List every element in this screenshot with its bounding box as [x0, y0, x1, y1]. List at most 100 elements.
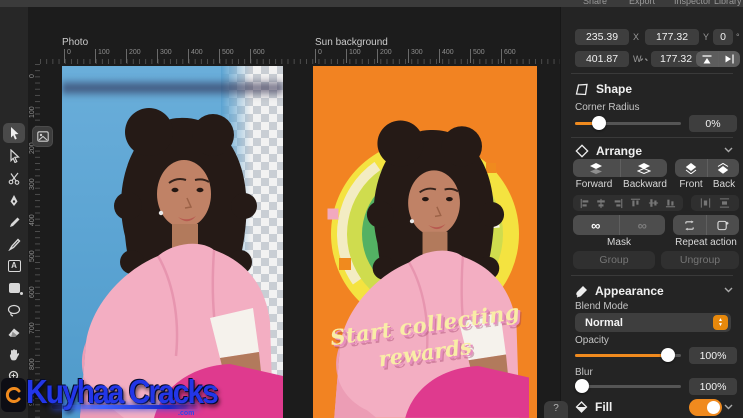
mask-on-button[interactable]: ∞ [573, 215, 619, 235]
distribute-horizontal-icon[interactable] [700, 198, 711, 208]
artboard-photo[interactable] [62, 66, 283, 418]
watermark-logo-icon [1, 378, 26, 412]
hruler-label: 400 [439, 49, 454, 63]
floating-image-tool-button[interactable] [32, 126, 53, 147]
mask-on-icon: ∞ [591, 219, 600, 232]
shape-section-icon [575, 83, 589, 96]
shape-section-header[interactable]: Shape [575, 81, 632, 97]
scissors-tool-icon[interactable] [3, 168, 25, 188]
link-dimensions-icon[interactable] [640, 56, 648, 64]
order-control-1 [573, 159, 667, 177]
hruler-label: 500 [219, 49, 234, 63]
artboard-label-sun-background[interactable]: Sun background [315, 37, 388, 48]
inspector-panel: 235.39 X 177.32 Y 0 ° 401.87 W 177.32 H … [560, 7, 743, 418]
hruler-label: 600 [250, 49, 265, 63]
height-field[interactable]: 177.32 [651, 51, 701, 67]
opacity-slider[interactable] [575, 348, 681, 362]
help-button[interactable]: ? [544, 401, 568, 418]
send-backward-button[interactable] [620, 159, 668, 177]
align-buttons-group [573, 195, 683, 211]
artboard-sun-background[interactable]: Start collecting rewards [313, 66, 537, 418]
menu-share[interactable]: Share [583, 0, 607, 6]
flip-vertical-button[interactable] [696, 51, 718, 67]
chevron-down-icon[interactable] [724, 287, 733, 293]
eraser-tool-icon[interactable] [3, 322, 25, 342]
mask-off-button[interactable]: ∞ [619, 215, 666, 235]
vruler-label: 400 [29, 214, 36, 226]
corner-radius-value[interactable]: 0% [689, 115, 737, 132]
bring-to-front-button[interactable] [675, 159, 707, 177]
flip-horizontal-button[interactable] [718, 51, 741, 67]
blur-label: Blur [575, 367, 593, 378]
divider [571, 137, 733, 138]
appearance-section-title: Appearance [595, 284, 664, 298]
distribute-vertical-icon[interactable] [719, 198, 730, 208]
repeat-action-label: Repeat action [667, 237, 743, 248]
lasso-tool-icon[interactable] [3, 300, 25, 320]
bring-forward-button[interactable] [573, 159, 620, 177]
direct-select-tool-icon[interactable] [3, 146, 25, 166]
select-tool-icon[interactable] [3, 123, 25, 143]
shape-tool-icon[interactable] [3, 278, 25, 298]
hand-tool-icon[interactable] [3, 344, 25, 364]
repeat-action-button[interactable] [673, 215, 706, 235]
mask-label: Mask [591, 237, 647, 248]
divider [571, 73, 733, 74]
hruler-label: 300 [408, 49, 423, 63]
align-middle-v-icon[interactable] [648, 198, 659, 208]
flip-control [696, 51, 740, 67]
x-position-field[interactable]: 235.39 [575, 29, 629, 45]
y-position-field[interactable]: 177.32 [645, 29, 699, 45]
backward-label: Backward [617, 179, 673, 190]
corner-radius-slider[interactable] [575, 116, 681, 130]
chevron-down-icon[interactable] [724, 147, 733, 153]
ungroup-button[interactable]: Ungroup [661, 251, 739, 269]
vruler-label: 300 [29, 178, 36, 190]
rotation-field[interactable]: 0 [713, 29, 733, 45]
repeat-add-button[interactable] [706, 215, 740, 235]
align-right-icon[interactable] [613, 198, 623, 209]
blur-value[interactable]: 100% [689, 378, 737, 395]
menu-inspector[interactable]: Inspector [674, 0, 711, 6]
align-top-icon[interactable] [630, 198, 641, 208]
menu-library[interactable]: Library [714, 0, 742, 6]
send-to-back-button[interactable] [707, 159, 740, 177]
pencil-tool-icon[interactable] [3, 212, 25, 232]
stepper-icon[interactable]: ▲▼ [713, 315, 728, 330]
tool-sidebar: A [0, 7, 28, 418]
vruler-label: 700 [29, 322, 36, 334]
back-icon [717, 163, 729, 174]
group-button[interactable]: Group [573, 251, 655, 269]
mask-control: ∞ ∞ [573, 215, 665, 235]
fill-toggle[interactable] [689, 399, 722, 416]
blur-slider[interactable] [575, 379, 681, 393]
repeat-control [673, 215, 739, 235]
width-field[interactable]: 401.87 [575, 51, 629, 67]
backward-icon [637, 163, 651, 174]
vruler-label: 800 [29, 358, 36, 370]
chevron-down-icon[interactable] [724, 404, 733, 410]
order-control-2 [675, 159, 739, 177]
arrange-icon [575, 144, 589, 158]
brush-tool-icon[interactable] [3, 234, 25, 254]
hruler-label: 400 [188, 49, 203, 63]
artboard-label-photo[interactable]: Photo [62, 37, 88, 48]
arrange-section-header[interactable]: Arrange [575, 143, 642, 159]
fill-section-header[interactable]: Fill [575, 399, 612, 415]
pen-tool-icon[interactable] [3, 190, 25, 210]
watermark-underline [52, 405, 198, 409]
align-left-icon[interactable] [580, 198, 590, 209]
flip-horizontal-icon [725, 54, 734, 64]
blend-mode-dropdown[interactable]: Normal ▲▼ [575, 313, 731, 332]
text-tool-icon[interactable]: A [3, 256, 25, 276]
menu-export[interactable]: Export [629, 0, 655, 6]
hruler-label: 300 [157, 49, 172, 63]
appearance-section-header[interactable]: Appearance [575, 283, 664, 299]
align-center-h-icon[interactable] [596, 198, 606, 209]
back-label: Back [707, 179, 741, 190]
y-label: Y [703, 29, 709, 45]
vruler-label: 600 [29, 286, 36, 298]
fill-section-title: Fill [595, 400, 612, 414]
align-bottom-icon[interactable] [665, 198, 676, 208]
opacity-value[interactable]: 100% [689, 347, 737, 364]
